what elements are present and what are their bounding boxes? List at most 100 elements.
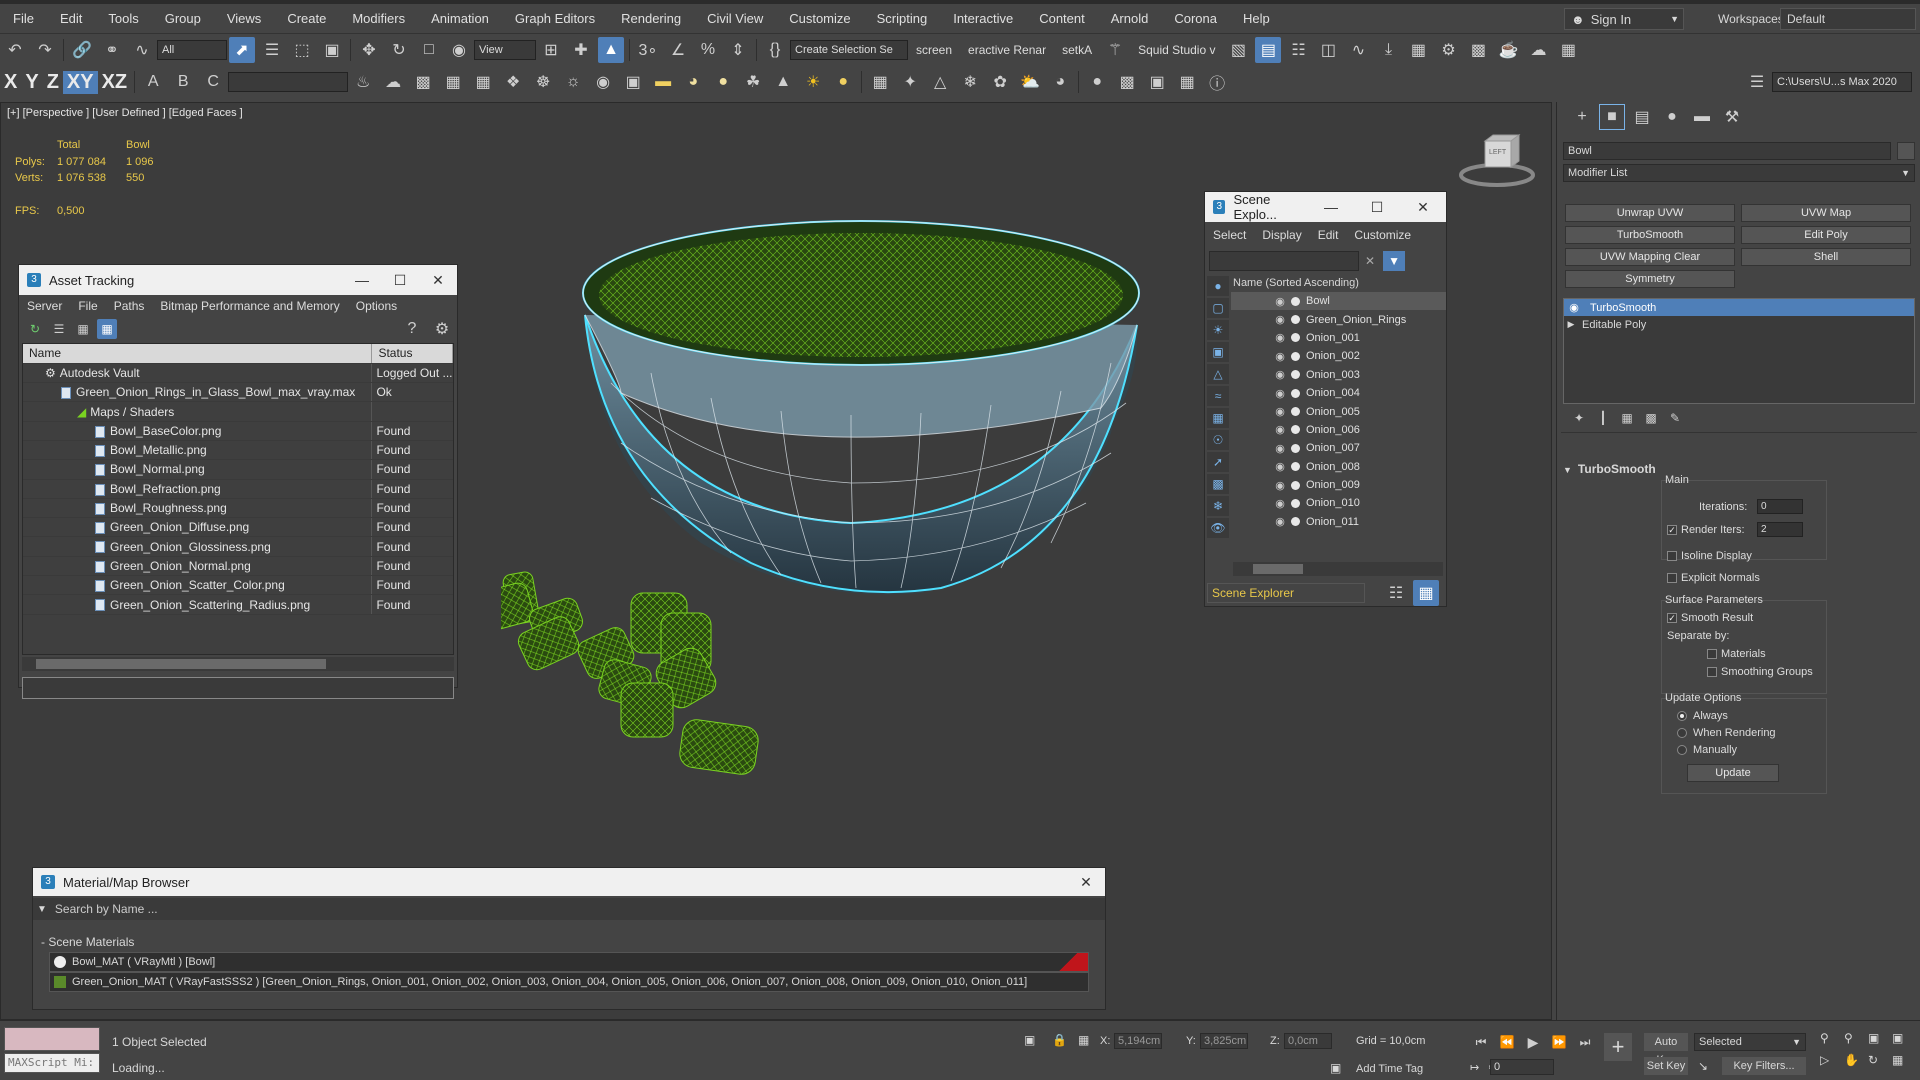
selection-lock-icon[interactable]: 🔒 [1052,1033,1067,1047]
minimize-icon[interactable]: — [343,272,381,289]
table-row[interactable]: ◢ Maps / Shaders [23,401,453,422]
select-manipulate-icon[interactable]: ✚ [568,37,594,63]
menu-graph-editors[interactable]: Graph Editors [502,4,608,34]
menu-options[interactable]: Options [348,299,405,313]
set-key-button[interactable]: Set Key [1644,1057,1688,1075]
mesh-light-icon[interactable]: ☘ [740,69,766,95]
scrollbar-thumb[interactable] [36,659,326,669]
lock-icon[interactable]: ▩ [1114,69,1140,95]
vray-fur-icon[interactable]: ✦ [897,69,923,95]
display-cameras-icon[interactable]: ▣ [1207,342,1229,362]
z-coordinate-field[interactable]: 0,0cm [1284,1033,1332,1049]
close-icon[interactable]: ✕ [1400,199,1446,216]
go-to-start-icon[interactable]: ⏮ [1470,1029,1492,1055]
menu-scripting[interactable]: Scripting [864,4,941,34]
explorer-select[interactable]: Scene Explorer [1207,583,1365,603]
modify-tab-icon[interactable]: ■ [1599,104,1625,130]
list-item[interactable]: ◉ Bowl [1231,292,1446,311]
menu-tools[interactable]: Tools [95,4,151,34]
display-shapes-icon[interactable]: ▢ [1207,298,1229,318]
grid-icon[interactable]: ▦ [470,69,496,95]
previous-frame-icon[interactable]: ⏪ [1496,1029,1518,1055]
turbosmooth-button[interactable]: TurboSmooth [1565,226,1735,244]
display-bones-icon[interactable]: ➚ [1207,452,1229,472]
object-color-swatch[interactable] [1897,142,1915,160]
zoom-extents-all-icon[interactable]: ▣ [1892,1031,1916,1053]
visibility-eye-icon[interactable]: ◉ [1273,368,1287,381]
render-dot-icon[interactable] [1291,351,1300,361]
scrollbar-thumb[interactable] [1253,564,1303,574]
visibility-eye-icon[interactable]: ◉ [1273,460,1287,473]
column-name[interactable]: Name [23,344,373,364]
list-item[interactable]: ◉ Onion_005 [1231,402,1446,420]
workspace-select[interactable]: Default [1780,8,1916,30]
manually-radio[interactable]: Manually [1677,744,1737,756]
interactive-render-button[interactable]: eractive Renar [968,43,1046,57]
scene-search-input[interactable] [1209,251,1359,271]
menu-edit[interactable]: Edit [47,4,95,34]
squid-studio-icon[interactable]: ⚚ [1102,37,1128,63]
maximize-viewport-icon[interactable]: ▦ [1892,1053,1916,1075]
when-rendering-radio[interactable]: When Rendering [1677,727,1776,739]
menu-bitmap-performance[interactable]: Bitmap Performance and Memory [152,299,347,313]
hierarchy-tab-icon[interactable]: ▤ [1629,104,1655,130]
stack-item-editable-poly[interactable]: ▶ Editable Poly [1564,316,1914,333]
motion-tab-icon[interactable]: ● [1659,104,1685,130]
render-dot-icon[interactable] [1291,480,1300,490]
clear-search-icon[interactable]: ✕ [1365,254,1375,268]
display-xrefs-icon[interactable]: ☉ [1207,430,1229,450]
rendered-frame-window-icon[interactable]: ▩ [1465,37,1491,63]
display-frozen-icon[interactable]: ❄ [1207,496,1229,516]
auto-key-button[interactable]: Auto Key [1644,1033,1688,1066]
y-coordinate-field[interactable]: 3,825cm [1200,1033,1248,1049]
render-in-cloud-icon[interactable]: ☁ [1525,37,1551,63]
render-dot-icon[interactable] [1291,315,1300,325]
percent-snap-icon[interactable]: % [695,37,721,63]
material-browser-titlebar[interactable]: 3 Material/Map Browser ✕ [33,868,1105,896]
go-to-end-icon[interactable]: ⏭ [1574,1029,1596,1055]
menu-animation[interactable]: Animation [418,4,502,34]
cloud-icon[interactable]: ☁ [380,69,406,95]
render-iters-checkbox[interactable]: ✓ Render Iters: [1667,524,1745,536]
key-mode-icon[interactable]: ↦ [1470,1061,1479,1074]
table-row[interactable]: Green_Onion_Diffuse.png Found [23,517,453,538]
stack-item-turbosmooth[interactable]: ◉ TurboSmooth [1564,299,1914,316]
menu-arnold[interactable]: Arnold [1098,4,1162,34]
vray-decal-icon[interactable]: ✿ [987,69,1013,95]
vray-light-icon[interactable]: ☼ [560,69,586,95]
menu-create[interactable]: Create [274,4,339,34]
render-dot-icon[interactable] [1291,462,1300,472]
menu-customize[interactable]: Customize [776,4,863,34]
render-dot-icon[interactable] [1291,296,1300,306]
link-icon[interactable]: 🔗 [69,37,95,63]
camera-icon[interactable]: ▣ [620,69,646,95]
orbit-icon[interactable]: ↻ [1868,1053,1892,1075]
window-crossing-icon[interactable]: ▣ [319,37,345,63]
curve-editor-icon[interactable]: ∿ [1345,37,1371,63]
menu-server[interactable]: Server [19,299,70,313]
selection-set-select[interactable]: Selected ▼ [1694,1033,1806,1051]
table-row[interactable]: Green_Onion_Scatter_Color.png Found [23,575,453,596]
angle-snap-icon[interactable]: ∠ [665,37,691,63]
vray-plane-icon[interactable]: △ [927,69,953,95]
isolate-selection-icon[interactable]: ▣ [1024,1033,1035,1047]
menu-corona[interactable]: Corona [1161,4,1230,34]
visibility-eye-icon[interactable]: ◉ [1273,405,1287,418]
play-icon[interactable]: ▶ [1522,1029,1544,1055]
keyboard-shortcut-override-icon[interactable]: ▲ [598,37,624,63]
table-row[interactable]: Bowl_BaseColor.png Found [23,421,453,441]
menu-group[interactable]: Group [152,4,214,34]
scene-materials-section[interactable]: - Scene Materials [33,932,1105,952]
display-tab-icon[interactable]: ▬ [1689,104,1715,130]
place-icon[interactable]: ◉ [446,37,472,63]
a360-gallery-icon[interactable]: ▦ [1555,37,1581,63]
selection-filter-select[interactable]: All [157,40,227,60]
uvw-mapping-clear-button[interactable]: UVW Mapping Clear [1565,248,1735,266]
frame-buffer-icon[interactable]: ▦ [440,69,466,95]
material-item-green-onion[interactable]: Green_Onion_MAT ( VRayFastSSS2 ) [Green_… [49,972,1089,992]
teapot-icon[interactable]: ♨ [350,69,376,95]
add-time-tag[interactable]: Add Time Tag [1356,1063,1423,1075]
object-name-field[interactable]: Bowl [1563,142,1891,160]
viewcube[interactable]: LEFT [1459,131,1539,191]
visibility-eye-icon[interactable]: ◉ [1273,515,1287,528]
